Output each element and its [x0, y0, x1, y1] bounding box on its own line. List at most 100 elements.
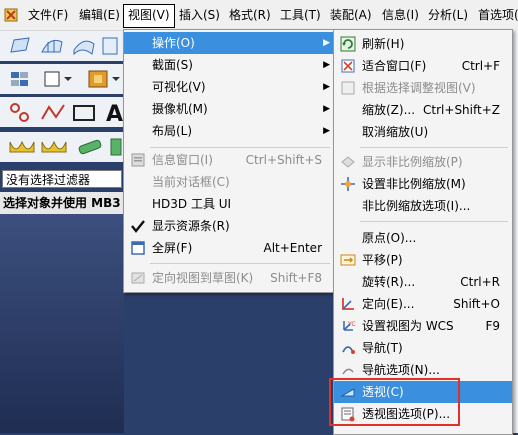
menu-item-label: 定向(E)...	[362, 297, 415, 311]
view-menu-item-visualization[interactable]: 可视化(V) ▶	[124, 76, 334, 98]
toolbar-features	[0, 132, 124, 162]
menu-item-label: 摄像机(M)	[152, 102, 208, 116]
view-menu-item-layout[interactable]: 布局(L) ▶	[124, 120, 334, 142]
layout-grid-icon[interactable]	[8, 69, 32, 89]
tube-icon[interactable]	[76, 136, 104, 158]
svg-text:A: A	[106, 102, 123, 125]
menu-file[interactable]: 文件(F)	[24, 4, 72, 26]
menu-item-shortcut: F9	[485, 319, 500, 333]
menu-item-label: 信息窗口(I)	[152, 153, 213, 167]
view-menu-item-camera[interactable]: 摄像机(M) ▶	[124, 98, 334, 120]
chamfer-icon[interactable]	[40, 136, 68, 158]
graphics-window[interactable]	[0, 214, 124, 433]
menu-bar: 文件(F) 编辑(E) 视图(V) 插入(S) 格式(R) 工具(T) 装配(A…	[0, 0, 518, 31]
submenu-item-zoom[interactable]: 缩放(Z)... Ctrl+Shift+Z	[334, 99, 512, 121]
view-menu-item-current-dialog[interactable]: 当前对话框(C)	[124, 171, 334, 193]
menu-item-label: 刷新(H)	[362, 37, 405, 51]
text-icon[interactable]: A	[104, 101, 124, 125]
submenu-arrow-icon: ▶	[323, 104, 330, 114]
toolbar-display	[0, 64, 124, 94]
submenu-item-set-nonscale[interactable]: 设置非比例缩放(M)	[334, 173, 512, 195]
constraint-icon[interactable]	[8, 101, 32, 125]
view-menu-item-operation[interactable]: 操作(O) ▶	[124, 32, 334, 54]
submenu-item-refresh[interactable]: 刷新(H)	[334, 33, 512, 55]
view-menu-item-hd3d-tools[interactable]: HD3D 工具 UI	[124, 193, 334, 215]
full-screen-icon	[131, 241, 145, 255]
menu-item-label: 设置视图为 WCS	[362, 319, 454, 333]
menu-tools[interactable]: 工具(T)	[276, 4, 325, 26]
menu-edit[interactable]: 编辑(E)	[75, 4, 124, 26]
menu-item-label: 缩放(Z)...	[362, 103, 416, 117]
extrude-icon[interactable]	[108, 136, 124, 158]
menu-item-label: 旋转(R)...	[362, 275, 416, 289]
menu-item-shortcut: Ctrl+F	[461, 59, 500, 73]
menu-item-label: 当前对话框(C)	[152, 175, 230, 189]
menu-item-shortcut: Shift+F8	[270, 271, 322, 285]
submenu-item-set-view-wcs[interactable]: YC 设置视图为 WCS F9	[334, 315, 512, 337]
svg-text:YC: YC	[347, 321, 356, 328]
submenu-item-pan[interactable]: 平移(P)	[334, 249, 512, 271]
shaded-view-icon[interactable]	[86, 67, 120, 91]
menu-item-shortcut: Ctrl+Shift+S	[245, 153, 322, 167]
submenu-item-show-nonscale[interactable]: 显示非比例缩放(P)	[334, 151, 512, 173]
menu-separator	[360, 221, 508, 222]
sheet-icon[interactable]	[100, 35, 120, 57]
view-menu-item-info-window[interactable]: 信息窗口(I) Ctrl+Shift+S	[124, 149, 334, 171]
grid-surface-icon[interactable]	[72, 36, 96, 56]
menu-separator	[150, 147, 330, 148]
submenu-arrow-icon: ▶	[323, 82, 330, 92]
menu-item-label: 显示非比例缩放(P)	[362, 155, 463, 169]
blend-icon[interactable]	[8, 136, 36, 158]
menu-item-label: 截面(S)	[152, 58, 193, 72]
toolbar-surfaces	[0, 31, 124, 61]
surface-icon[interactable]	[8, 36, 32, 56]
rectangle-icon[interactable]	[72, 103, 96, 123]
menu-preferences[interactable]: 首选项(	[474, 4, 518, 26]
submenu-item-origin[interactable]: 原点(O)...	[334, 227, 512, 249]
menu-view[interactable]: 视图(V)	[123, 4, 175, 28]
menu-format[interactable]: 格式(R)	[225, 4, 275, 26]
menu-item-shortcut: Ctrl+Shift+Z	[423, 103, 500, 117]
menu-item-label: 可视化(V)	[152, 80, 206, 94]
submenu-item-fit-to-selection[interactable]: 根据选择调整视图(V)	[334, 77, 512, 99]
submenu-item-fit[interactable]: 适合窗口(F) Ctrl+F	[334, 55, 512, 77]
submenu-item-nonscale-options[interactable]: 非比例缩放选项(I)...	[334, 195, 512, 217]
submenu-item-navigate[interactable]: 导航(T)	[334, 337, 512, 359]
menu-assembly[interactable]: 装配(A)	[326, 4, 376, 26]
navigate-icon	[342, 346, 355, 354]
menu-insert[interactable]: 插入(S)	[175, 4, 224, 26]
display-mode-icon[interactable]	[42, 69, 74, 89]
menu-item-label: 根据选择调整视图(V)	[362, 81, 476, 95]
mesh-surface-icon[interactable]	[40, 36, 64, 56]
view-menu-dropdown: 操作(O) ▶ 截面(S) ▶ 可视化(V) ▶ 摄像机(M) ▶ 布局(L) …	[123, 29, 335, 293]
submenu-item-rotate[interactable]: 旋转(R)... Ctrl+R	[334, 271, 512, 293]
menu-item-label: 平移(P)	[362, 253, 403, 267]
view-menu-item-section[interactable]: 截面(S) ▶	[124, 54, 334, 76]
menu-item-label: 操作(O)	[152, 36, 195, 50]
menu-item-label: 定向视图到草图(K)	[152, 271, 254, 285]
app-logo-icon	[4, 8, 18, 22]
menu-item-label: 设置非比例缩放(M)	[362, 177, 466, 191]
status-prompt: 选择对象并使用 MB3	[0, 192, 124, 214]
submenu-arrow-icon: ▶	[323, 126, 330, 136]
view-menu-item-resource-bar[interactable]: 显示资源条(R)	[124, 215, 334, 237]
submenu-arrow-icon: ▶	[323, 38, 330, 48]
view-menu-item-full-screen[interactable]: 全屏(F) Alt+Enter	[124, 237, 334, 259]
selection-filter-dropdown[interactable]: 没有选择过滤器	[2, 170, 122, 188]
menu-analysis[interactable]: 分析(L)	[424, 4, 472, 26]
submenu-item-orient[interactable]: 定向(E)... Shift+O	[334, 293, 512, 315]
set-nonscale-icon	[341, 177, 355, 191]
toolbar-sketch: A	[0, 97, 124, 127]
info-window-icon	[131, 153, 145, 167]
fit-selection-icon	[341, 81, 355, 95]
orient-sketch-icon	[131, 272, 145, 284]
orient-icon	[342, 298, 354, 310]
menu-item-label: 全屏(F)	[152, 241, 193, 255]
submenu-item-undo-zoom[interactable]: 取消缩放(U)	[334, 121, 512, 143]
refresh-icon	[340, 36, 356, 52]
wcs-icon: YC	[343, 321, 356, 331]
annotation-highlight-box	[329, 378, 460, 426]
polyline-icon[interactable]	[40, 101, 66, 125]
view-menu-item-orient-to-sketch[interactable]: 定向视图到草图(K) Shift+F8	[124, 267, 334, 289]
menu-info[interactable]: 信息(I)	[378, 4, 423, 26]
